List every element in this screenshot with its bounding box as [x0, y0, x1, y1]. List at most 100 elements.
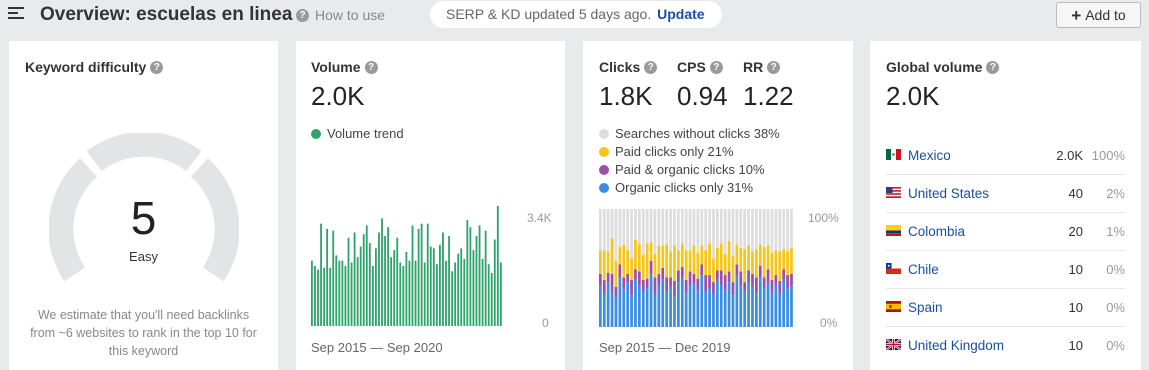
country-name-link[interactable]: Mexico — [908, 148, 951, 163]
help-icon[interactable]: ? — [150, 60, 164, 74]
organic-clicks-segment — [755, 292, 758, 327]
paid-clicks-segment — [599, 250, 602, 274]
help-icon[interactable]: ? — [364, 60, 378, 74]
no-clicks-segment — [602, 209, 606, 251]
paid-clicks-segment — [653, 253, 657, 278]
volume-bar — [311, 260, 313, 326]
no-clicks-segment — [630, 209, 633, 259]
volume-bar — [417, 228, 420, 326]
legend-paid-only-label: Paid clicks only 21% — [615, 144, 734, 159]
country-share: 0% — [1106, 300, 1125, 315]
paid-organic-segment — [641, 279, 645, 292]
paid-organic-segment — [786, 275, 789, 290]
volume-bar — [341, 260, 344, 326]
organic-clicks-segment — [719, 284, 723, 327]
paid-organic-segment — [719, 270, 723, 285]
country-name-link[interactable]: United Kingdom — [908, 338, 1004, 353]
help-icon[interactable]: ? — [644, 60, 658, 74]
legend-organic-only-label: Organic clicks only 31% — [615, 180, 753, 195]
cps-metric: CPS? 0.94 — [677, 59, 728, 112]
help-icon[interactable]: ? — [709, 60, 723, 74]
organic-clicks-segment — [641, 291, 645, 327]
paid-clicks-segment — [712, 258, 715, 283]
no-clicks-segment — [622, 209, 626, 245]
paid-organic-segment — [731, 282, 735, 296]
volume-bar — [378, 232, 380, 326]
add-to-label: Add to — [1085, 7, 1126, 23]
legend-dot — [599, 165, 609, 175]
paid-clicks-segment — [602, 250, 606, 280]
volume-bar — [402, 266, 405, 326]
country-name-link[interactable]: Chile — [908, 262, 939, 277]
paid-organic-segment — [762, 277, 766, 289]
help-icon: ? — [296, 8, 309, 22]
volume-bar — [323, 267, 326, 326]
volume-bar — [368, 243, 371, 326]
paid-organic-segment — [669, 277, 672, 287]
organic-clicks-segment — [653, 293, 657, 327]
no-clicks-segment — [626, 209, 630, 251]
paid-clicks-segment — [782, 249, 786, 270]
organic-clicks-segment — [684, 292, 688, 327]
paid-clicks-segment — [778, 251, 782, 281]
organic-clicks-segment — [638, 285, 641, 327]
update-link[interactable]: Update — [657, 6, 704, 22]
serp-status-text: SERP & KD updated 5 days ago. — [446, 6, 652, 22]
paid-clicks-segment — [743, 249, 747, 283]
country-name-link[interactable]: Spain — [908, 300, 943, 315]
volume-bar — [490, 273, 493, 326]
help-icon[interactable]: ? — [986, 60, 1000, 74]
volume-bar — [439, 244, 441, 326]
add-to-button[interactable]: + Add to — [1056, 2, 1141, 28]
no-clicks-segment — [618, 209, 622, 247]
no-clicks-segment — [731, 209, 735, 257]
country-row-chile: Chile 10 0% — [886, 251, 1125, 289]
paid-clicks-segment — [747, 245, 750, 271]
organic-clicks-segment — [704, 291, 708, 327]
country-row-mexico: Mexico 2.0K 100% — [886, 137, 1125, 175]
how-to-use-link[interactable]: ? How to use — [296, 7, 385, 23]
paid-clicks-segment — [739, 247, 743, 272]
volume-bar — [472, 250, 475, 326]
country-name-link[interactable]: United States — [908, 186, 989, 201]
volume-bar — [463, 258, 466, 326]
volume-y-min-label: 0 — [542, 316, 549, 330]
country-share: 2% — [1106, 186, 1125, 201]
country-name-link[interactable]: Colombia — [908, 224, 965, 239]
paid-clicks-segment — [731, 256, 735, 283]
clicks-y-max-label: 100% — [808, 211, 839, 225]
no-clicks-segment — [653, 209, 657, 254]
country-row-united-states: United States 40 2% — [886, 175, 1125, 213]
keyword-difficulty-card: Keyword difficulty? 5 Easy We estimate t… — [9, 41, 278, 370]
help-icon[interactable]: ? — [767, 60, 781, 74]
volume-bar — [393, 250, 396, 326]
organic-clicks-segment — [712, 293, 715, 327]
volume-bar — [332, 230, 335, 326]
paid-organic-segment — [614, 286, 618, 298]
paid-organic-segment — [782, 269, 786, 280]
organic-clicks-segment — [758, 277, 762, 327]
how-to-use-label: How to use — [315, 7, 386, 23]
us-flag-icon — [886, 187, 901, 198]
no-clicks-segment — [766, 209, 770, 246]
global-volume-title-text: Global volume — [886, 59, 983, 75]
paid-organic-segment — [770, 279, 774, 292]
paid-organic-segment — [649, 260, 653, 274]
paid-clicks-segment — [762, 246, 766, 278]
no-clicks-segment — [762, 209, 766, 247]
paid-clicks-segment — [641, 255, 645, 280]
no-clicks-segment — [755, 209, 758, 250]
paid-clicks-segment — [677, 250, 680, 271]
volume-bar — [466, 220, 469, 326]
paid-organic-segment — [618, 264, 622, 278]
volume-bar — [375, 248, 377, 326]
organic-clicks-segment — [762, 288, 766, 327]
paid-organic-segment — [622, 277, 626, 290]
organic-clicks-segment — [645, 288, 649, 327]
paid-organic-segment — [735, 264, 739, 277]
volume-title-text: Volume — [311, 59, 361, 75]
country-share: 100% — [1091, 148, 1125, 163]
paid-organic-segment — [626, 273, 630, 283]
paid-organic-segment — [716, 270, 719, 280]
hamburger-menu-icon[interactable] — [8, 7, 24, 21]
